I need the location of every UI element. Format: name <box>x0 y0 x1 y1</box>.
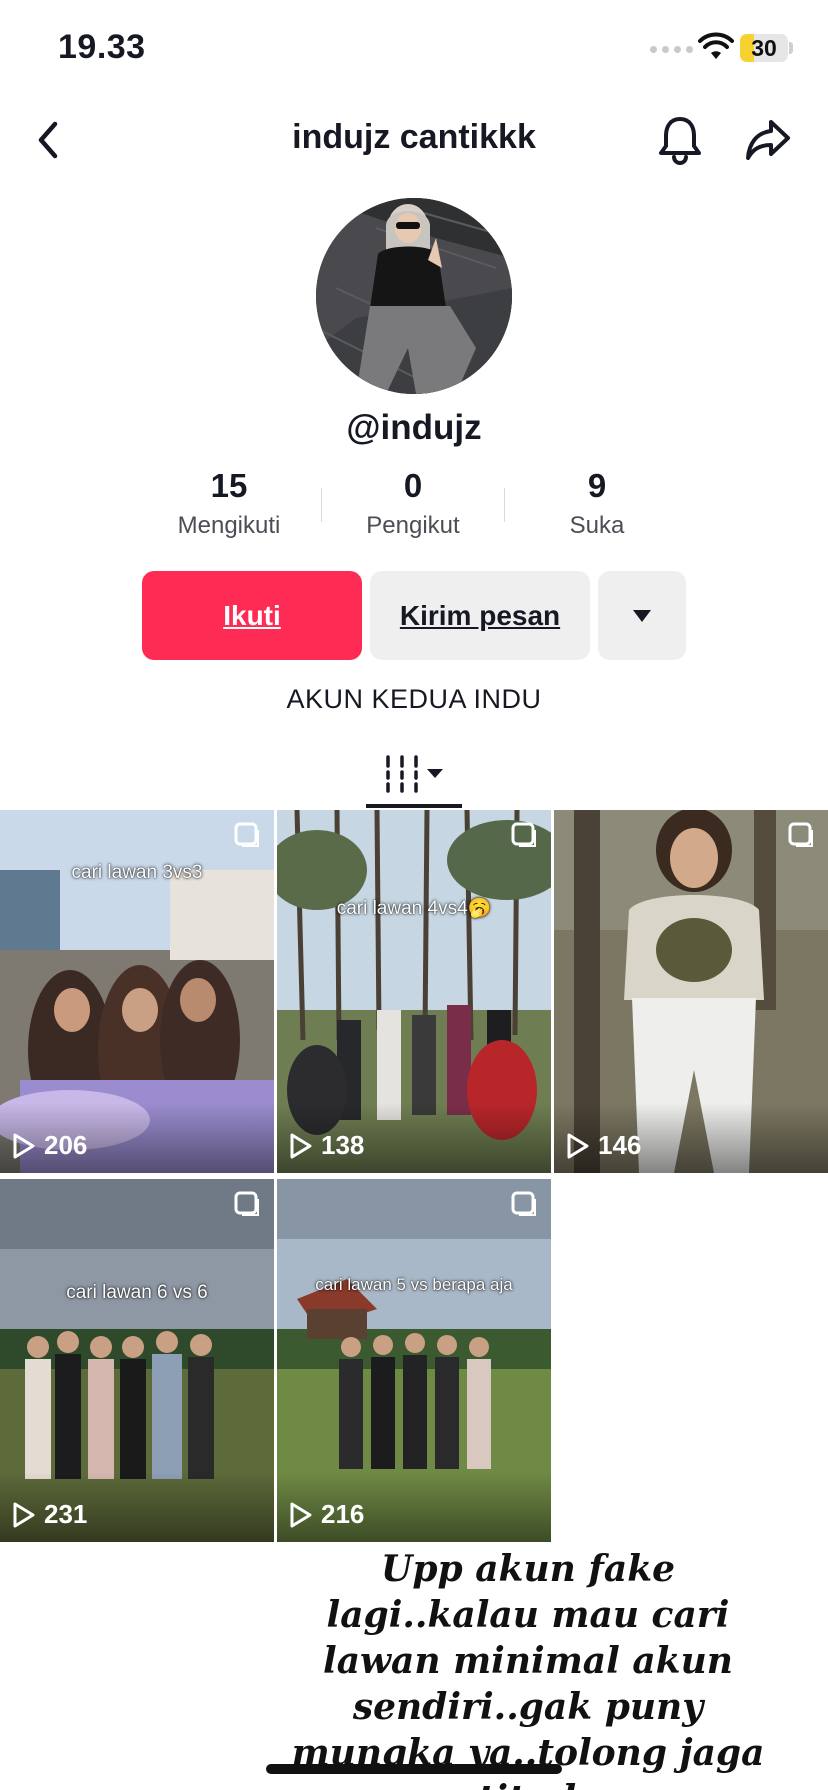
battery-level: 30 <box>751 35 777 61</box>
view-count-value: 138 <box>321 1130 365 1160</box>
play-icon <box>13 1133 35 1158</box>
bell-icon <box>659 117 701 165</box>
caret-down-icon <box>633 609 651 622</box>
view-count: 206 <box>12 1130 87 1161</box>
video-tile[interactable]: cari lawan 4vs4🥱 138 <box>277 810 551 1173</box>
grid-filter-icon <box>386 755 443 793</box>
multi-photo-icon <box>511 1191 536 1216</box>
battery-nub <box>789 42 793 54</box>
home-indicator[interactable] <box>266 1764 562 1774</box>
share-arrow-icon <box>746 120 790 160</box>
video-caption: cari lawan 4vs4🥱 <box>336 898 492 919</box>
view-count: 231 <box>12 1499 87 1530</box>
stat-following[interactable]: 15 Mengikuti <box>137 466 321 546</box>
status-time: 19.33 <box>58 28 146 66</box>
video-caption: cari lawan 5 vs berapa aja <box>315 1275 513 1294</box>
stat-followers-value: 0 <box>403 467 423 504</box>
play-icon <box>290 1133 312 1158</box>
stat-likes-value: 9 <box>587 467 607 504</box>
view-count-value: 146 <box>598 1130 642 1160</box>
view-count: 146 <box>566 1130 641 1161</box>
profile-stats: 15 Mengikuti 0 Pengikut 9 Suka <box>137 466 691 546</box>
stat-divider <box>321 488 322 522</box>
stat-followers[interactable]: 0 Pengikut <box>321 466 505 546</box>
view-count: 138 <box>289 1130 364 1161</box>
video-caption: cari lawan 6 vs 6 <box>66 1282 208 1303</box>
active-tab-indicator <box>366 804 462 808</box>
play-icon <box>567 1133 589 1158</box>
avatar-photo <box>316 198 512 394</box>
profile-bio: AKUN KEDUA INDU <box>286 684 542 714</box>
send-message-button[interactable]: Kirim pesan <box>370 571 590 660</box>
cellular-signal-icon <box>650 46 693 53</box>
play-icon <box>13 1502 35 1527</box>
view-count-value: 216 <box>321 1499 365 1529</box>
view-count: 216 <box>289 1499 364 1530</box>
multi-photo-icon <box>234 822 259 847</box>
battery-icon: 30 <box>740 34 788 62</box>
status-bar: 19.33 30 <box>0 0 828 100</box>
overlay-caption-text: Upp akun fake lagi..kalau mau cari lawan… <box>291 1548 765 1790</box>
multi-photo-icon <box>234 1191 259 1216</box>
stat-likes[interactable]: 9 Suka <box>505 466 689 546</box>
view-count-value: 206 <box>44 1130 88 1160</box>
multi-photo-icon <box>788 822 813 847</box>
content-tab-bar <box>0 740 828 808</box>
stat-likes-label: Suka <box>569 512 625 539</box>
tab-videos[interactable] <box>366 740 462 808</box>
video-tile[interactable]: cari lawan 3vs3 206 <box>0 810 274 1173</box>
stat-following-label: Mengikuti <box>177 512 281 539</box>
more-options-button[interactable] <box>598 571 686 660</box>
video-tile[interactable]: cari lawan 6 vs 6 231 <box>0 1179 274 1542</box>
wifi-icon <box>698 32 734 59</box>
follow-button[interactable]: Ikuti <box>142 571 362 660</box>
video-tile[interactable]: 146 <box>554 810 828 1173</box>
notification-button[interactable] <box>650 110 710 170</box>
stat-following-value: 15 <box>210 467 248 504</box>
stat-followers-label: Pengikut <box>366 512 460 539</box>
profile-header: indujz cantikkk <box>0 100 828 180</box>
video-caption: cari lawan 3vs3 <box>71 862 203 883</box>
avatar[interactable] <box>316 198 512 394</box>
share-button[interactable] <box>738 110 798 170</box>
profile-username: @indujz <box>346 408 482 447</box>
video-tile[interactable]: cari lawan 5 vs berapa aja 216 <box>277 1179 551 1542</box>
play-icon <box>290 1502 312 1527</box>
multi-photo-icon <box>511 822 536 847</box>
view-count-value: 231 <box>44 1499 88 1529</box>
